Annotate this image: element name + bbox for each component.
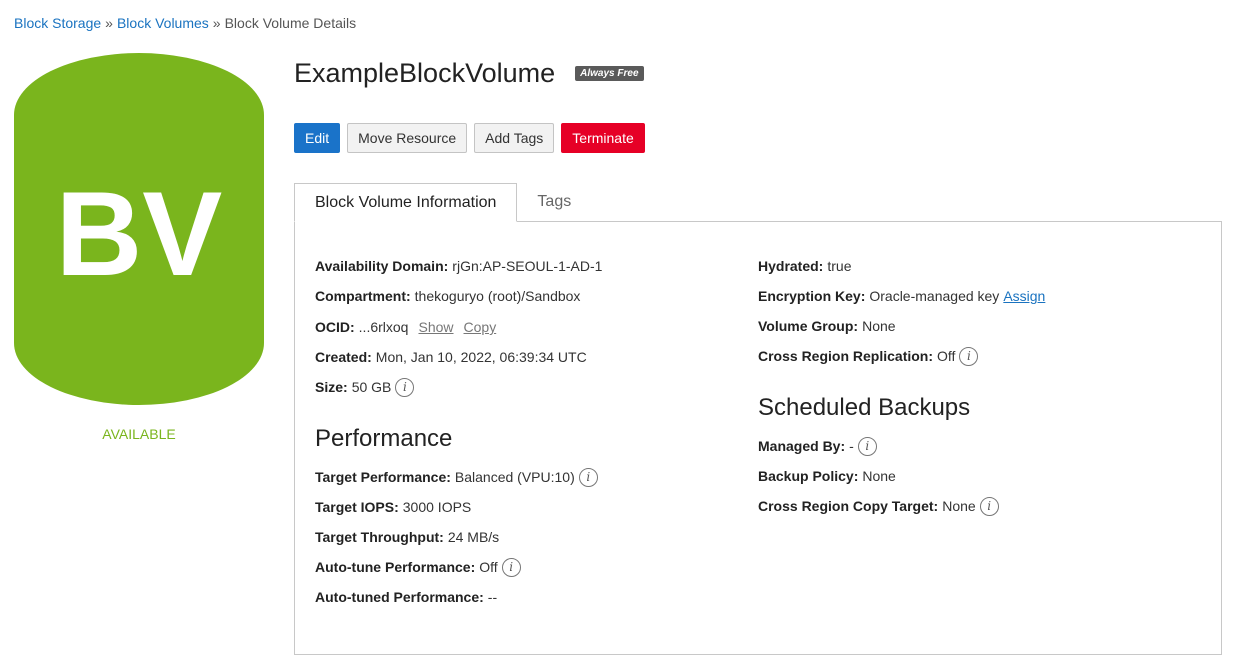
backup-policy-label: Backup Policy:: [758, 468, 859, 484]
managed-by-row: Managed By: - i: [758, 436, 877, 456]
target-performance-row: Target Performance: Balanced (VPU:10) i: [315, 467, 598, 487]
terminate-button[interactable]: Terminate: [561, 123, 645, 153]
info-icon[interactable]: i: [857, 436, 877, 456]
breadcrumb-separator: »: [212, 15, 221, 31]
ocid-row: OCID: ...6rlxoq Show Copy: [315, 317, 496, 337]
always-free-badge: Always Free: [575, 66, 644, 81]
encryption-key-row: Encryption Key: Oracle-managed key Assig…: [758, 286, 1045, 306]
performance-heading: Performance: [315, 425, 453, 452]
created-label: Created:: [315, 349, 372, 365]
volume-group-label: Volume Group:: [758, 318, 859, 334]
add-tags-button[interactable]: Add Tags: [474, 123, 555, 153]
availability-domain-label: Availability Domain:: [315, 258, 449, 274]
breadcrumb-link-block-volumes[interactable]: Block Volumes: [117, 15, 209, 31]
scheduled-backups-heading: Scheduled Backups: [758, 394, 971, 421]
cross-region-replication-row: Cross Region Replication: Off i: [758, 346, 979, 366]
breadcrumb: Block Storage» Block Volumes» Block Volume…: [14, 15, 356, 31]
cross-region-copy-row: Cross Region Copy Target: None i: [758, 496, 999, 516]
volume-group-row: Volume Group: None: [758, 316, 896, 336]
backup-policy-value: None: [862, 468, 896, 484]
auto-tuned-label: Auto-tuned Performance:: [315, 589, 484, 605]
cross-region-replication-value: Off: [937, 348, 956, 364]
info-icon[interactable]: i: [959, 346, 979, 366]
availability-domain-value: rjGn:AP-SEOUL-1-AD-1: [452, 258, 603, 274]
info-icon[interactable]: i: [395, 377, 415, 397]
auto-tune-value: Off: [479, 559, 498, 575]
availability-domain-row: Availability Domain: rjGn:AP-SEOUL-1-AD-…: [315, 256, 602, 276]
size-value: 50 GB: [351, 379, 392, 395]
compartment-label: Compartment:: [315, 288, 411, 304]
target-throughput-row: Target Throughput: 24 MB/s: [315, 527, 499, 547]
size-row: Size: 50 GB i: [315, 377, 415, 397]
breadcrumb-separator: »: [105, 15, 113, 31]
breadcrumb-link-block-storage[interactable]: Block Storage: [14, 15, 101, 31]
managed-by-label: Managed By:: [758, 438, 846, 454]
page-title: ExampleBlockVolume: [294, 58, 556, 88]
info-icon[interactable]: i: [578, 467, 598, 487]
managed-by-value: -: [849, 438, 854, 454]
assign-link[interactable]: Assign: [1003, 286, 1045, 306]
move-resource-button[interactable]: Move Resource: [347, 123, 468, 153]
target-performance-value: Balanced (VPU:10): [454, 469, 575, 485]
info-icon[interactable]: i: [501, 557, 521, 577]
encryption-key-value: Oracle-managed key: [869, 288, 1000, 304]
created-row: Created: Mon, Jan 10, 2022, 06:39:34 UTC: [315, 347, 587, 367]
ocid-value: ...6rlxoq: [358, 319, 409, 335]
cross-region-copy-value: None: [942, 498, 976, 514]
cross-region-copy-label: Cross Region Copy Target:: [758, 498, 939, 514]
compartment-row: Compartment: thekoguryo (root)/Sandbox: [315, 286, 580, 306]
edit-button[interactable]: Edit: [294, 123, 341, 153]
created-value: Mon, Jan 10, 2022, 06:39:34 UTC: [375, 349, 587, 365]
backup-policy-row: Backup Policy: None: [758, 466, 896, 486]
ocid-show-link[interactable]: Show: [418, 317, 453, 337]
target-throughput-label: Target Throughput:: [315, 529, 444, 545]
compartment-value: thekoguryo (root)/Sandbox: [414, 288, 581, 304]
auto-tune-row: Auto-tune Performance: Off i: [315, 557, 521, 577]
auto-tuned-value: --: [487, 589, 498, 605]
breadcrumb-current: Block Volume Details: [224, 15, 357, 31]
size-label: Size:: [315, 379, 348, 395]
title-row: ExampleBlockVolume Always Free: [294, 58, 644, 89]
target-iops-row: Target IOPS: 3000 IOPS: [315, 497, 471, 517]
hydrated-row: Hydrated: true: [758, 256, 851, 276]
hydrated-label: Hydrated:: [758, 258, 824, 274]
volume-group-value: None: [862, 318, 896, 334]
auto-tune-label: Auto-tune Performance:: [315, 559, 476, 575]
hydrated-value: true: [827, 258, 852, 274]
block-volume-icon: BV: [14, 53, 264, 405]
target-performance-label: Target Performance:: [315, 469, 451, 485]
details-panel: Availability Domain: rjGn:AP-SEOUL-1-AD-…: [294, 221, 1222, 655]
tab-block-volume-information[interactable]: Block Volume Information: [294, 183, 518, 222]
info-icon[interactable]: i: [979, 496, 999, 516]
encryption-key-label: Encryption Key:: [758, 288, 866, 304]
tab-tags[interactable]: Tags: [517, 183, 591, 222]
target-throughput-value: 24 MB/s: [447, 529, 500, 545]
target-iops-label: Target IOPS:: [315, 499, 399, 515]
block-volume-initials: BV: [56, 167, 223, 301]
tab-bar: Block Volume Information Tags: [294, 183, 591, 222]
auto-tuned-row: Auto-tuned Performance: --: [315, 587, 497, 607]
action-bar: Edit Move Resource Add Tags Terminate: [294, 123, 652, 153]
ocid-label: OCID:: [315, 319, 355, 335]
target-iops-value: 3000 IOPS: [402, 499, 472, 515]
cross-region-replication-label: Cross Region Replication:: [758, 348, 934, 364]
status-badge: AVAILABLE: [102, 426, 176, 442]
ocid-copy-link[interactable]: Copy: [464, 317, 497, 337]
